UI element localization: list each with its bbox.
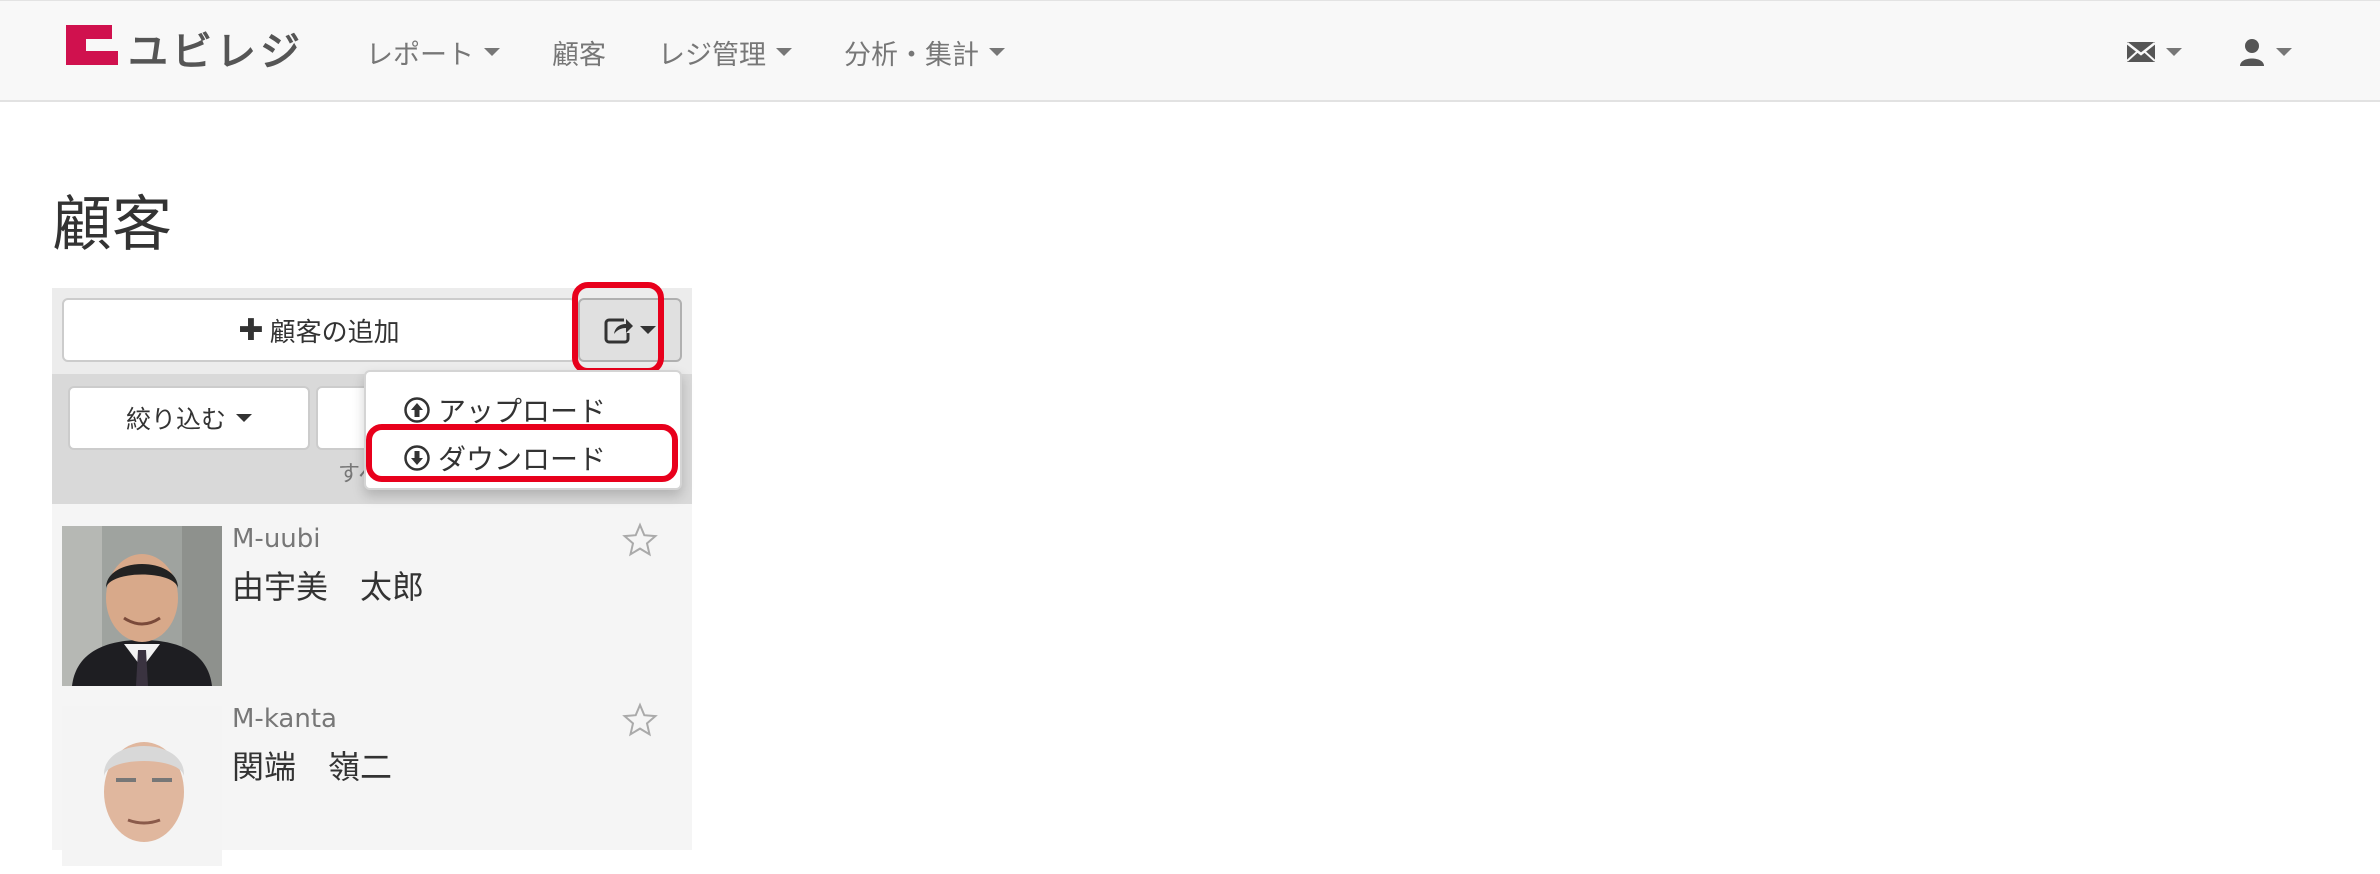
nav-item-register-management[interactable]: レジ管理: [632, 33, 818, 72]
customer-code: M-uubi: [232, 524, 321, 554]
navbar: ユビレジ レポート 顧客 レジ管理 分析・集計: [0, 0, 2380, 102]
customer-name: 関端 嶺二: [232, 748, 393, 786]
download-menu-item[interactable]: ダウンロード: [366, 434, 680, 482]
customer-list-item[interactable]: M-uubi 由宇美 太郎: [52, 516, 692, 694]
caret-down-icon: [640, 326, 656, 334]
customer-photo: [62, 706, 222, 866]
envelope-icon: [2126, 42, 2156, 62]
nav-item-label: 顧客: [552, 39, 606, 71]
customer-name: 由宇美 太郎: [232, 568, 425, 606]
nav-item-label: レポート: [366, 39, 474, 71]
download-label: ダウンロード: [438, 443, 607, 476]
nav-item-report[interactable]: レポート: [340, 33, 526, 72]
filter-button[interactable]: 絞り込む: [68, 386, 310, 450]
caret-down-icon: [2166, 48, 2182, 56]
caret-down-icon: [484, 48, 500, 56]
nav-item-analytics[interactable]: 分析・集計: [818, 33, 1031, 72]
add-customer-button[interactable]: ✚ 顧客の追加: [62, 298, 576, 362]
customer-list-item[interactable]: M-kanta 関端 嶺二: [52, 696, 692, 874]
main-nav: レポート 顧客 レジ管理 分析・集計: [340, 1, 1031, 103]
brand-logo[interactable]: ユビレジ: [60, 23, 304, 75]
star-icon[interactable]: [622, 522, 658, 558]
messages-menu-button[interactable]: [2098, 41, 2210, 63]
import-export-dropdown: アップロード ダウンロード: [364, 370, 682, 490]
upload-label: アップロード: [438, 395, 607, 428]
nav-item-label: レジ管理: [658, 39, 766, 71]
logo-mark-icon: [60, 25, 118, 71]
nav-right: [2098, 1, 2320, 103]
star-icon[interactable]: [622, 702, 658, 738]
upload-circle-icon: [404, 397, 430, 423]
caret-down-icon: [776, 48, 792, 56]
plus-icon: ✚: [238, 312, 264, 348]
filter-label: 絞り込む: [125, 405, 226, 434]
page-title: 顧客: [52, 190, 172, 260]
user-icon: [2240, 39, 2264, 66]
import-export-button[interactable]: [578, 298, 682, 362]
share-icon: [604, 318, 633, 344]
upload-menu-item[interactable]: アップロード: [366, 386, 680, 434]
nav-item-label: 分析・集計: [844, 39, 979, 71]
customer-code: M-kanta: [232, 704, 337, 734]
caret-down-icon: [989, 48, 1005, 56]
customer-photo: [62, 526, 222, 686]
caret-down-icon: [2276, 48, 2292, 56]
user-menu-button[interactable]: [2210, 38, 2320, 66]
caret-down-icon: [236, 414, 252, 422]
logo-text: ユビレジ: [128, 29, 304, 75]
add-customer-label: 顧客の追加: [269, 317, 400, 348]
download-circle-icon: [404, 445, 430, 471]
nav-item-customers[interactable]: 顧客: [526, 33, 632, 72]
customer-toolbar: ✚ 顧客の追加: [52, 288, 692, 374]
